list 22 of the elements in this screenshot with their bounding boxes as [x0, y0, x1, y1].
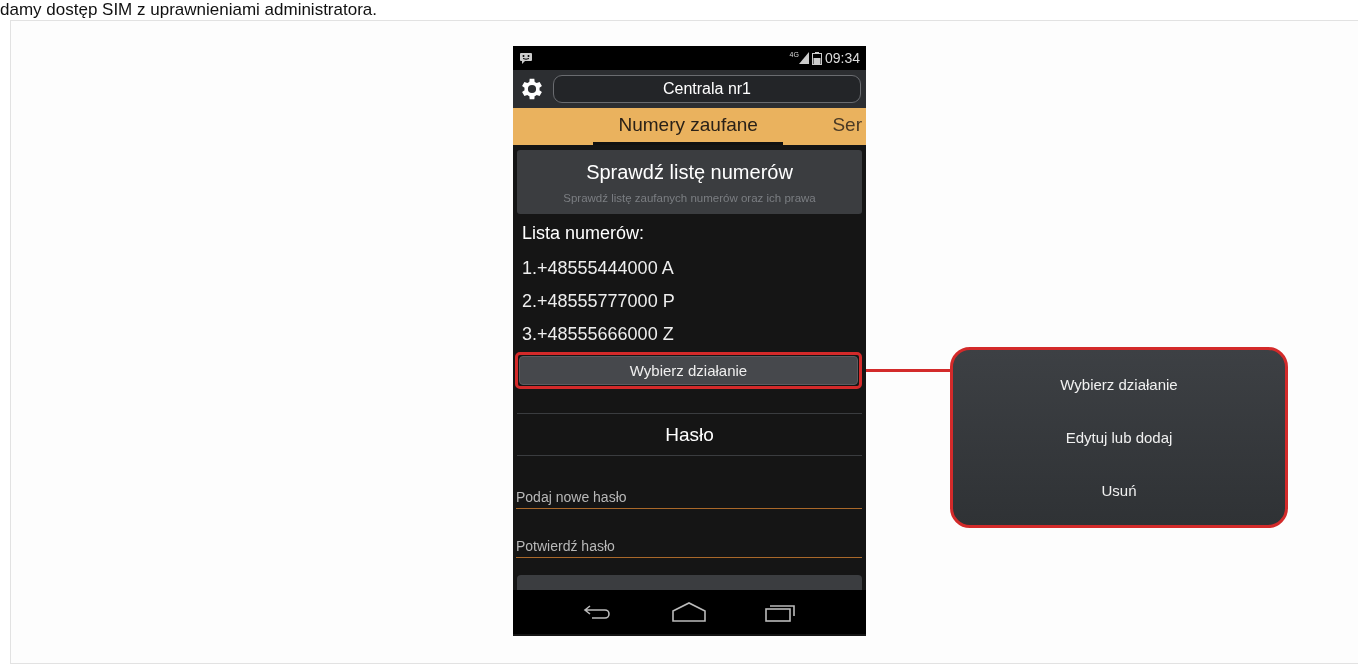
signal-icon: [798, 52, 809, 64]
device-selector[interactable]: Centrala nr1: [553, 75, 861, 103]
caption-text: damy dostęp SIM z uprawnieniami administratora.: [0, 0, 377, 20]
back-icon[interactable]: [582, 604, 613, 620]
section-title: Hasło: [664, 422, 715, 447]
phone-number-entry: 3.+48555666000 Z: [521, 323, 675, 346]
phone-number-entry: 2.+48555777000 P: [521, 290, 676, 313]
tab[interactable]: Ser: [828, 108, 866, 145]
menu-item[interactable]: Edytuj lub dodaj: [953, 423, 1285, 452]
password-field[interactable]: Potwierdź hasło: [516, 538, 862, 558]
home-icon[interactable]: [671, 602, 706, 622]
action-dropdown[interactable]: Wybierz działanie: [519, 356, 858, 385]
password-field[interactable]: Podaj nowe hasło: [516, 489, 862, 509]
menu-item[interactable]: Usuń: [953, 476, 1285, 505]
phone-number-entry: 1.+48555444000 A: [521, 257, 675, 280]
recent-apps-icon[interactable]: [764, 602, 797, 622]
clock-time: 09:34: [824, 50, 860, 66]
battery-icon: [811, 51, 822, 65]
message-icon: [519, 52, 533, 64]
tab[interactable]: Numery zaufane: [593, 108, 784, 145]
menu-item[interactable]: Wybierz działanie: [953, 370, 1285, 399]
list-heading: Lista numerów:: [521, 221, 646, 245]
